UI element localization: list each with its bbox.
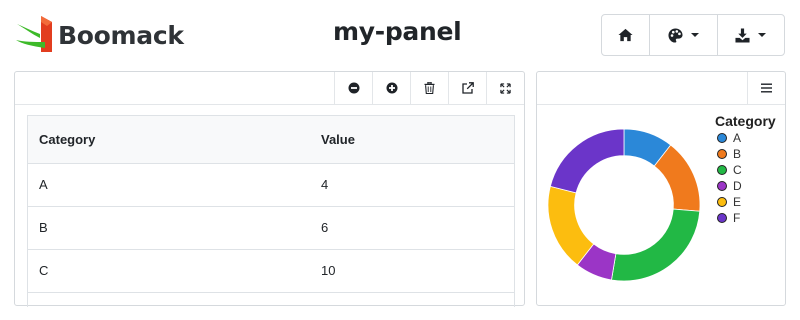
table-row: C 10	[28, 249, 514, 293]
legend-item-d[interactable]: D	[715, 178, 776, 194]
table-row	[28, 292, 514, 307]
legend-label: B	[733, 147, 742, 161]
legend-item-a[interactable]: A	[715, 130, 776, 146]
theme-dropdown-button[interactable]	[650, 15, 718, 55]
zoom-in-button[interactable]	[372, 72, 410, 104]
home-button[interactable]	[602, 15, 651, 55]
legend-item-b[interactable]: B	[715, 146, 776, 162]
donut-slice-c[interactable]	[611, 208, 701, 282]
header: Boomack my-panel	[0, 0, 800, 70]
legend-swatch	[717, 213, 727, 223]
export-dropdown-button[interactable]	[718, 15, 784, 55]
palette-icon	[668, 27, 683, 43]
zoom-out-button[interactable]	[334, 72, 372, 104]
table-cell-value	[310, 292, 514, 307]
app-name: Boomack	[58, 20, 184, 50]
chart-panel: Category ABCDEF	[536, 71, 786, 306]
chevron-down-icon	[691, 33, 700, 37]
legend-items: ABCDEF	[715, 130, 776, 226]
donut-slice-e[interactable]	[547, 185, 595, 266]
table-panel: Category Value A 4 B 6 C 10	[14, 71, 525, 307]
table-cell-category: C	[28, 249, 310, 293]
maximize-button[interactable]	[486, 72, 524, 104]
minus-circle-icon	[348, 82, 359, 94]
plus-circle-icon	[386, 82, 397, 94]
panel-actions	[334, 72, 524, 104]
chart-legend: Category ABCDEF	[715, 113, 776, 226]
legend-label: C	[733, 163, 742, 177]
legend-label: E	[733, 195, 742, 209]
app-logo: Boomack	[14, 14, 184, 56]
legend-item-c[interactable]: C	[715, 162, 776, 178]
trash-icon	[424, 82, 435, 94]
table-cell-category: A	[28, 163, 310, 207]
data-table: Category Value A 4 B 6 C 10	[28, 116, 514, 307]
table-row: A 4	[28, 163, 514, 207]
page-title: my-panel	[333, 17, 462, 46]
download-icon	[735, 27, 750, 43]
legend-label: F	[733, 211, 741, 225]
donut-chart[interactable]	[546, 127, 702, 283]
legend-swatch	[717, 133, 727, 143]
table-cell-value: 6	[310, 206, 514, 250]
donut-slice-f[interactable]	[549, 128, 625, 194]
legend-swatch	[717, 165, 727, 175]
external-link-icon	[461, 82, 474, 94]
chevron-down-icon	[758, 33, 767, 37]
panel-toolbar	[15, 72, 524, 105]
legend-label: A	[733, 131, 742, 145]
column-header-category[interactable]: Category	[28, 116, 310, 164]
legend-swatch	[717, 149, 727, 159]
table-header-row: Category Value	[28, 116, 514, 164]
legend-item-e[interactable]: E	[715, 194, 776, 210]
legend-item-f[interactable]: F	[715, 210, 776, 226]
expand-icon	[500, 82, 511, 94]
column-header-value[interactable]: Value	[310, 116, 514, 164]
table-cell-category: B	[28, 206, 310, 250]
header-toolbar	[601, 14, 785, 56]
table-cell-value: 4	[310, 163, 514, 207]
legend-swatch	[717, 197, 727, 207]
table-cell-value: 10	[310, 249, 514, 293]
panel-toolbar	[537, 72, 785, 105]
open-external-button[interactable]	[448, 72, 486, 104]
legend-label: D	[733, 179, 742, 193]
boomack-logo-icon	[16, 16, 52, 52]
table-row: B 6	[28, 206, 514, 250]
table-cell-category	[28, 292, 310, 307]
delete-button[interactable]	[410, 72, 448, 104]
panel-menu-button[interactable]	[747, 72, 785, 104]
panel-actions	[747, 72, 785, 104]
legend-swatch	[717, 181, 727, 191]
data-table-container[interactable]: Category Value A 4 B 6 C 10	[27, 115, 515, 307]
legend-title: Category	[715, 113, 776, 129]
home-icon	[618, 28, 633, 42]
hamburger-menu-icon	[761, 83, 772, 93]
